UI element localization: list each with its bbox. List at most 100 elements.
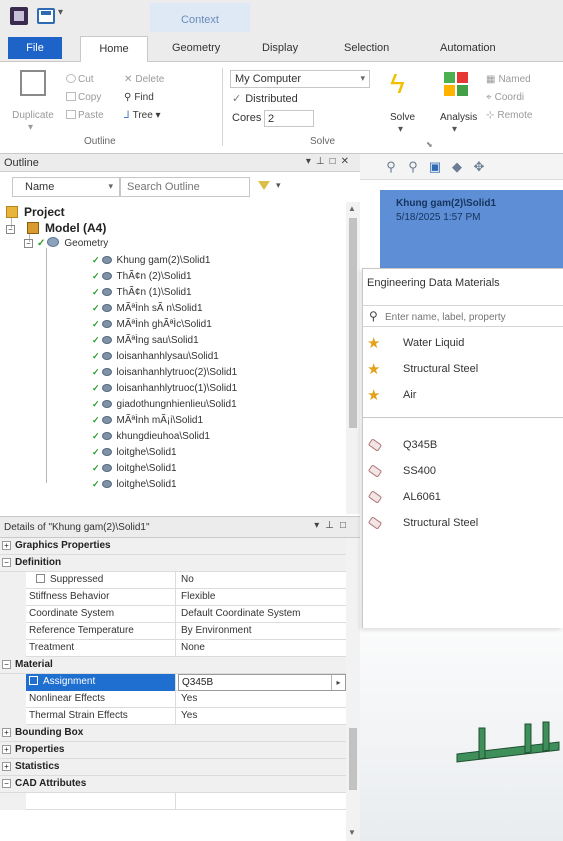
- tree-node-body[interactable]: ✓ loitghe\Solid1: [92, 460, 177, 476]
- copy-button[interactable]: Copy: [66, 92, 101, 103]
- box-select-icon[interactable]: ▣: [426, 158, 444, 176]
- duplicate-dropdown-icon[interactable]: ▾: [28, 122, 33, 133]
- category-definition[interactable]: − Definition: [0, 555, 346, 572]
- scroll-up-icon[interactable]: ▲: [348, 204, 356, 213]
- category-material[interactable]: − Material: [0, 657, 346, 674]
- computer-select[interactable]: My Computer ▾: [230, 70, 370, 88]
- material-item[interactable]: Q345B: [363, 435, 563, 457]
- property-value[interactable]: By Environment: [178, 623, 346, 640]
- tree-node-body[interactable]: ✓ MÃªÌnh sÃ n\Solid1: [92, 300, 203, 316]
- property-row[interactable]: Thermal Strain Effects Yes: [0, 708, 346, 725]
- tree-node-body[interactable]: ✓ MÃªÌnh ghÃªÌc\Solid1: [92, 316, 212, 332]
- details-scrollbar[interactable]: ▼: [346, 538, 360, 841]
- tree-node-model[interactable]: − Model (A4): [6, 220, 106, 236]
- material-item[interactable]: AL6061: [363, 487, 563, 509]
- panel-controls[interactable]: ▾⊥□: [314, 520, 352, 531]
- expand-icon[interactable]: +: [2, 745, 11, 754]
- property-value[interactable]: Yes: [178, 708, 346, 725]
- property-value[interactable]: Flexible: [178, 589, 346, 606]
- property-row[interactable]: Nonlinear Effects Yes: [0, 691, 346, 708]
- collapse-icon[interactable]: −: [2, 558, 11, 567]
- filter-dropdown-icon[interactable]: ▾: [276, 180, 281, 191]
- property-row[interactable]: Stiffness Behavior Flexible: [0, 589, 346, 606]
- expand-icon[interactable]: +: [2, 728, 11, 737]
- property-value[interactable]: None: [178, 640, 346, 657]
- coordinate-system-button[interactable]: ⌖ Coordi: [486, 92, 524, 103]
- checkbox[interactable]: [36, 574, 45, 583]
- category-graphics-properties[interactable]: + Graphics Properties: [0, 538, 346, 555]
- category-bounding-box[interactable]: + Bounding Box: [0, 725, 346, 742]
- scrollbar-thumb[interactable]: [349, 218, 357, 428]
- tree-node-body[interactable]: ✓ loisanhanhlytruoc(2)\Solid1: [92, 364, 237, 380]
- panel-menu-icon[interactable]: ▾: [314, 520, 325, 531]
- property-row[interactable]: [0, 793, 346, 810]
- category-statistics[interactable]: + Statistics: [0, 759, 346, 776]
- collapse-icon[interactable]: −: [2, 779, 11, 788]
- material-item-favorite[interactable]: ★ Structural Steel: [363, 359, 563, 381]
- tree-node-project[interactable]: Project: [6, 204, 65, 220]
- material-item-favorite[interactable]: ★ Air: [363, 385, 563, 407]
- tab-selection[interactable]: Selection: [344, 39, 389, 62]
- cut-button[interactable]: Cut: [66, 74, 94, 85]
- tab-home[interactable]: Home: [80, 36, 148, 63]
- maximize-icon[interactable]: □: [330, 156, 341, 167]
- distributed-checkbox[interactable]: ✓ Distributed: [232, 92, 298, 105]
- property-row[interactable]: Suppressed No: [0, 572, 346, 589]
- tab-display[interactable]: Display: [262, 39, 298, 62]
- material-item[interactable]: Structural Steel: [363, 513, 563, 535]
- tree-node-body[interactable]: ✓ Khung gam(2)\Solid1: [92, 252, 211, 268]
- material-item-favorite[interactable]: ★ Water Liquid: [363, 333, 563, 355]
- scroll-down-icon[interactable]: ▼: [348, 828, 356, 837]
- property-value[interactable]: Yes: [178, 691, 346, 708]
- collapse-icon[interactable]: −: [24, 239, 33, 248]
- material-assignment-dropdown[interactable]: Q345B ▸: [178, 674, 346, 691]
- solve-dropdown-icon[interactable]: ▾: [398, 124, 403, 135]
- tab-automation[interactable]: Automation: [440, 39, 496, 62]
- solve-button[interactable]: Solve: [390, 112, 415, 123]
- tree-node-body[interactable]: ✓ ThÃ¢n (1)\Solid1: [92, 284, 192, 300]
- tree-node-geometry[interactable]: − ✓ Geometry: [24, 236, 108, 252]
- search-outline-input[interactable]: [120, 177, 250, 197]
- pin-icon[interactable]: ⊥: [316, 156, 330, 167]
- isometric-view-icon[interactable]: ◆: [448, 158, 466, 176]
- property-row[interactable]: Reference Temperature By Environment: [0, 623, 346, 640]
- filter-icon[interactable]: [256, 179, 274, 193]
- tree-button[interactable]: ⅃ Tree ▾: [124, 110, 161, 121]
- quick-access-dropdown-icon[interactable]: ▾: [58, 7, 63, 18]
- tab-file[interactable]: File: [8, 37, 62, 59]
- property-value[interactable]: [178, 793, 346, 810]
- tree-node-body[interactable]: ✓ khungdieuhoa\Solid1: [92, 428, 210, 444]
- chevron-right-icon[interactable]: ▸: [331, 675, 345, 690]
- category-properties[interactable]: + Properties: [0, 742, 346, 759]
- material-search-input[interactable]: [385, 309, 561, 325]
- tree-node-body[interactable]: ✓ ThÃ¢n (2)\Solid1: [92, 268, 192, 284]
- tree-node-body[interactable]: ✓ giadothungnhienlieu\Solid1: [92, 396, 237, 412]
- property-value[interactable]: No: [178, 572, 346, 589]
- property-row[interactable]: Treatment None: [0, 640, 346, 657]
- close-icon[interactable]: ✕: [341, 156, 354, 167]
- tree-node-body[interactable]: ✓ loitghe\Solid1: [92, 476, 177, 492]
- property-row-assignment[interactable]: Assignment Q345B ▸: [0, 674, 346, 691]
- analysis-icon[interactable]: [444, 72, 468, 96]
- column-select[interactable]: Name ▾: [12, 177, 120, 197]
- zoom-icon[interactable]: ⚲: [382, 158, 400, 176]
- tree-node-body[interactable]: ✓ MÃªÌng sau\Solid1: [92, 332, 199, 348]
- outline-scrollbar[interactable]: ▲: [346, 202, 360, 514]
- tree-node-body[interactable]: ✓ loitghe\Solid1: [92, 444, 177, 460]
- analysis-button[interactable]: Analysis: [440, 112, 477, 123]
- dialog-launcher-icon[interactable]: ⬊: [426, 140, 433, 149]
- tab-geometry[interactable]: Geometry: [172, 39, 220, 62]
- collapse-icon[interactable]: −: [2, 660, 11, 669]
- pin-icon[interactable]: ⊥: [325, 520, 340, 531]
- material-item[interactable]: SS400: [363, 461, 563, 483]
- lightning-icon[interactable]: ϟ: [390, 70, 405, 98]
- tree-node-body[interactable]: ✓ loisanhanhlysau\Solid1: [92, 348, 219, 364]
- panel-controls[interactable]: ▾⊥□✕: [306, 156, 354, 167]
- named-selection-button[interactable]: ▦ Named: [486, 74, 531, 85]
- duplicate-button[interactable]: Duplicate: [8, 110, 58, 121]
- maximize-icon[interactable]: □: [340, 520, 352, 531]
- collapse-icon[interactable]: −: [6, 225, 15, 234]
- analysis-dropdown-icon[interactable]: ▾: [452, 124, 457, 135]
- rotate-icon[interactable]: ✥: [470, 158, 488, 176]
- checkbox[interactable]: [29, 676, 38, 685]
